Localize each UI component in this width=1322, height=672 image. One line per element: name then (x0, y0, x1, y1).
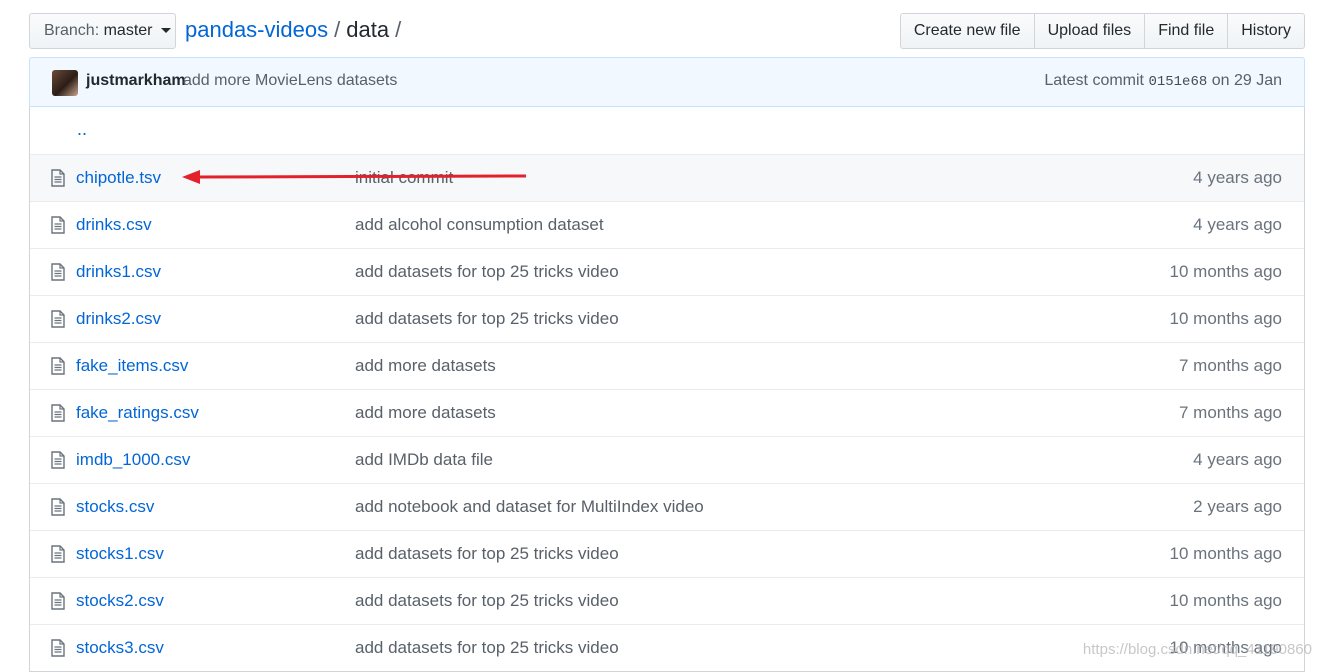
file-name-link[interactable]: stocks1.csv (76, 544, 164, 564)
commit-sha-link[interactable]: 0151e68 (1148, 74, 1207, 90)
file-commit-message-link[interactable]: add IMDb data file (355, 450, 493, 470)
watermark-text: https://blog.csdn.net/qq_41190860 (1082, 641, 1312, 658)
branch-label: Branch: (44, 22, 100, 39)
file-icon (51, 451, 65, 469)
branch-value: master (103, 22, 153, 39)
file-commit-message-link[interactable]: add more datasets (355, 403, 496, 423)
file-name-link[interactable]: drinks2.csv (76, 309, 161, 329)
breadcrumb-repo-link[interactable]: pandas-videos (185, 17, 328, 42)
file-row[interactable]: drinks2.csv add datasets for top 25 trick… (30, 295, 1304, 342)
file-row[interactable]: drinks1.csv add datasets for top 25 trick… (30, 248, 1304, 295)
find-file-button[interactable]: Find file (1144, 13, 1229, 49)
file-icon (51, 592, 65, 610)
repo-toolbar: Branch: master pandas-videos / data / Creat… (29, 13, 1305, 51)
file-name-link[interactable]: stocks3.csv (76, 638, 164, 658)
file-commit-message-link[interactable]: add datasets for top 25 tricks video (355, 544, 619, 564)
file-age: 7 months ago (1178, 356, 1282, 375)
annotation-arrow (182, 170, 527, 184)
latest-commit-bar: justmarkham add more MovieLens datasets … (29, 57, 1305, 107)
parent-dir-link[interactable]: .. (77, 119, 87, 140)
file-icon (51, 498, 65, 516)
file-age: 10 months ago (1169, 262, 1282, 281)
file-list: .. chipotle.tsvinitial commit4 years ago… (29, 107, 1305, 672)
file-age: 4 years ago (1193, 168, 1282, 187)
branch-select-button[interactable]: Branch: master (29, 13, 176, 49)
file-icon (51, 639, 65, 657)
file-icon (51, 216, 65, 234)
file-actions-group: Create new file Upload files Find file H… (899, 13, 1305, 49)
file-commit-message-link[interactable]: add datasets for top 25 tricks video (355, 591, 619, 611)
file-name-link[interactable]: drinks1.csv (76, 262, 161, 282)
chevron-down-icon (160, 28, 171, 34)
file-age: 7 months ago (1178, 403, 1282, 422)
file-row[interactable]: stocks1.csv add datasets for top 25 trick… (30, 530, 1304, 577)
file-age: 10 months ago (1169, 591, 1282, 610)
file-commit-message-link[interactable]: add datasets for top 25 tricks video (355, 262, 619, 282)
commit-date: on 29 Jan (1211, 72, 1282, 89)
file-name-link[interactable]: fake_items.csv (76, 356, 188, 376)
file-commit-message-link[interactable]: add more datasets (355, 356, 496, 376)
file-row[interactable]: imdb_1000.csv add IMDb data file 4 years a… (30, 436, 1304, 483)
parent-dir-row[interactable]: .. (30, 107, 1304, 154)
file-icon (51, 263, 65, 281)
file-age: 10 months ago (1169, 309, 1282, 328)
file-name-link[interactable]: fake_ratings.csv (76, 403, 199, 423)
breadcrumb: pandas-videos / data / (185, 15, 407, 45)
file-row[interactable]: stocks2.csv add datasets for top 25 trick… (30, 577, 1304, 624)
history-button[interactable]: History (1227, 13, 1305, 49)
file-icon (51, 357, 65, 375)
file-row[interactable]: stocks.csv add notebook and dataset for M… (30, 483, 1304, 530)
commit-author-link[interactable]: justmarkham (86, 72, 186, 90)
file-age: 4 years ago (1193, 215, 1282, 234)
latest-commit-info: Latest commit 0151e68 on 29 Jan (1044, 72, 1282, 90)
breadcrumb-current-dir: data (346, 17, 390, 42)
file-name-link[interactable]: stocks2.csv (76, 591, 164, 611)
latest-commit-label: Latest commit (1044, 72, 1144, 89)
file-age: 10 months ago (1169, 544, 1282, 563)
file-row[interactable]: drinks.csv add alcohol consumption datase… (30, 201, 1304, 248)
file-icon (51, 404, 65, 422)
file-commit-message-link[interactable]: add datasets for top 25 tricks video (355, 638, 619, 658)
file-name-link[interactable]: drinks.csv (76, 215, 152, 235)
breadcrumb-separator: / (334, 17, 341, 42)
file-name-link[interactable]: chipotle.tsv (76, 168, 161, 188)
file-icon (51, 310, 65, 328)
file-commit-message-link[interactable]: add datasets for top 25 tricks video (355, 309, 619, 329)
file-row[interactable]: fake_ratings.csv add more datasets 7 month… (30, 389, 1304, 436)
upload-files-button[interactable]: Upload files (1033, 13, 1146, 49)
file-commit-message-link[interactable]: add alcohol consumption dataset (355, 215, 604, 235)
file-row[interactable]: fake_items.csv add more datasets 7 months … (30, 342, 1304, 389)
file-commit-message-link[interactable]: add notebook and dataset for MultiIndex … (355, 497, 704, 517)
commit-message-link[interactable]: add more MovieLens datasets (183, 72, 397, 90)
file-age: 4 years ago (1193, 450, 1282, 469)
file-icon (51, 545, 65, 563)
avatar[interactable] (52, 70, 78, 96)
breadcrumb-trailing-separator: / (395, 17, 402, 42)
file-name-link[interactable]: imdb_1000.csv (76, 450, 190, 470)
file-icon (51, 169, 65, 187)
create-new-file-button[interactable]: Create new file (899, 13, 1035, 49)
file-name-link[interactable]: stocks.csv (76, 497, 154, 517)
file-age: 2 years ago (1193, 497, 1282, 516)
